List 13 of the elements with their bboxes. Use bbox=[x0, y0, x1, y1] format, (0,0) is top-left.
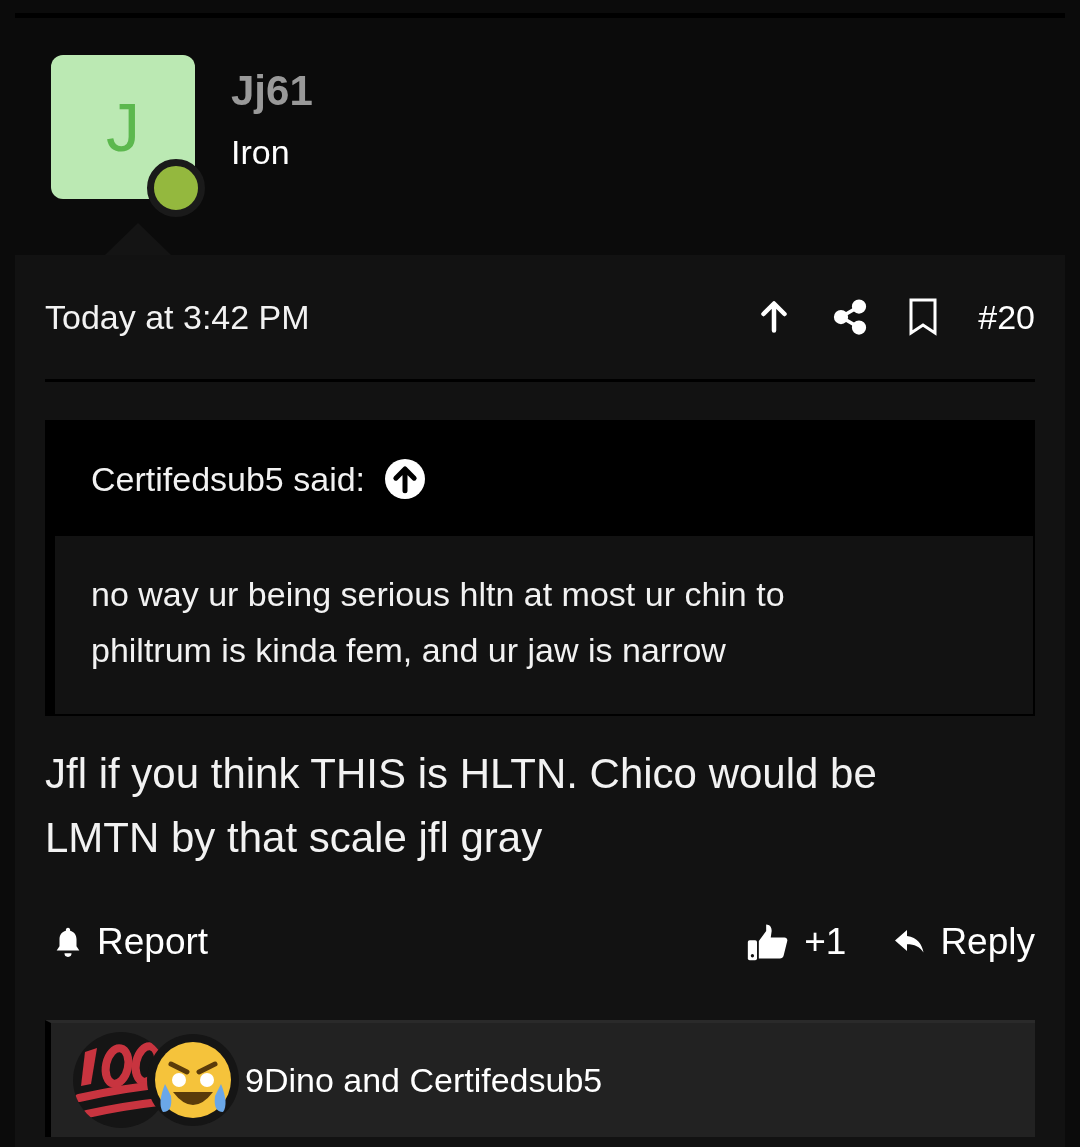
post-date: Today at 3:42 PM bbox=[45, 297, 310, 337]
user-title: Iron bbox=[231, 133, 291, 172]
report-button[interactable]: Report bbox=[45, 921, 209, 963]
like-count: +1 bbox=[804, 921, 847, 963]
reply-button[interactable]: Reply bbox=[886, 921, 1035, 963]
post-text: Jfl if you think THIS is HLTN. Chico would be LMTN by that scale jfl gray bbox=[45, 749, 878, 863]
quote-text: no way ur being serious hltn at most ur chin to philtrum is kinda fem, and ur jaw is narrow bbox=[55, 536, 1033, 714]
bookmark-icon[interactable] bbox=[908, 298, 939, 336]
share-icon[interactable] bbox=[832, 299, 869, 335]
post-number[interactable]: #20 bbox=[978, 297, 1035, 337]
username[interactable]: Jj61 bbox=[231, 67, 313, 115]
quote-author[interactable]: Certifedsub5 said: bbox=[91, 459, 366, 499]
reaction-users-link[interactable]: 9Dino and Certifedsub5 bbox=[245, 1060, 603, 1100]
